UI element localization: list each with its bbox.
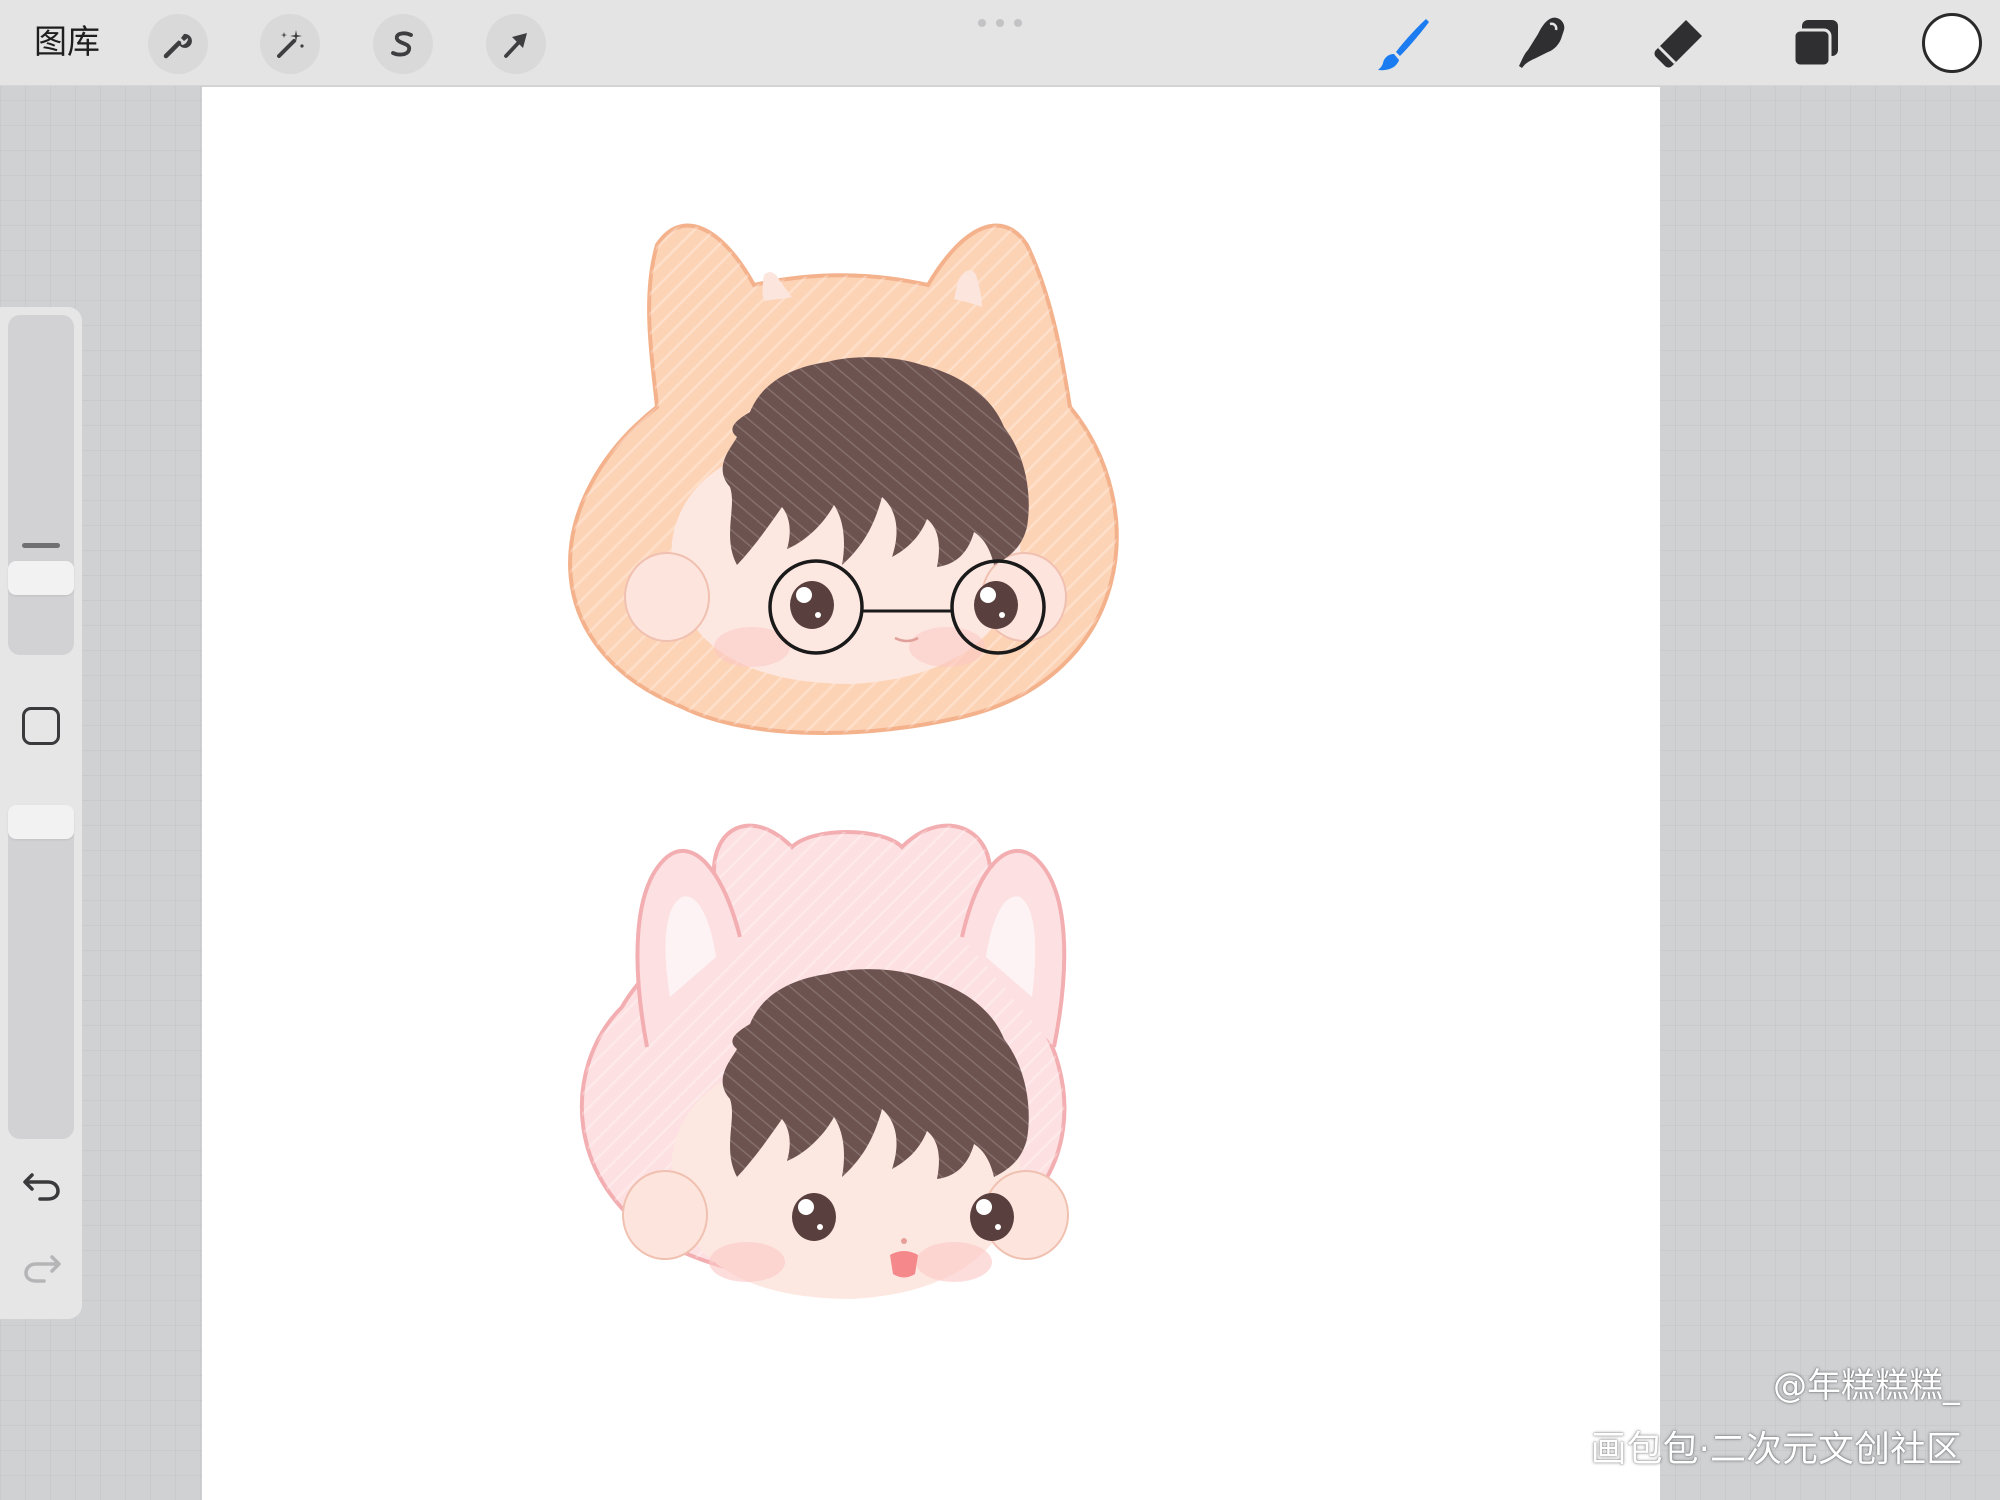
procreate-app: 图库 @年糕糕糕_ 画包包·二次元文创社区 <box>0 0 2000 1500</box>
watermark-site: 画包包·二次元文创社区 <box>1590 1429 1962 1470</box>
bunny-hood-character <box>579 823 1069 1299</box>
opacity-slider[interactable] <box>8 805 74 1139</box>
brush-button[interactable] <box>1372 12 1436 76</box>
cat-hood-character <box>568 223 1119 735</box>
opacity-thumb[interactable] <box>8 805 74 839</box>
watermark-user: @年糕糕糕_ <box>1773 1366 1960 1406</box>
drawing-canvas[interactable] <box>202 87 1660 1500</box>
undo-arrow-icon <box>23 1173 60 1201</box>
left-sidebar <box>0 307 82 1319</box>
brush-size-slider[interactable] <box>8 315 74 655</box>
layers-button[interactable] <box>1784 12 1848 76</box>
modify-button[interactable] <box>22 707 60 745</box>
gallery-button[interactable]: 图库 <box>34 20 100 64</box>
magic-wand-icon <box>277 30 304 58</box>
toolbar-grabber[interactable] <box>978 19 1022 27</box>
selection-s-icon <box>391 31 413 57</box>
wrench-icon <box>163 33 192 59</box>
brush-icon <box>1378 19 1429 71</box>
selection-button[interactable] <box>373 14 433 74</box>
color-picker-button[interactable] <box>1922 13 1982 73</box>
redo-arrow-icon <box>24 1255 61 1283</box>
brush-size-indicator <box>22 543 60 548</box>
actions-button[interactable] <box>148 14 208 74</box>
adjustments-button[interactable] <box>260 14 320 74</box>
layers-icon <box>1792 20 1838 68</box>
top-toolbar: 图库 <box>0 0 2000 86</box>
smudge-button[interactable] <box>1510 12 1574 76</box>
eraser-icon <box>1654 20 1702 68</box>
redo-button[interactable] <box>20 1247 64 1287</box>
brush-size-thumb[interactable] <box>8 561 74 595</box>
eraser-button[interactable] <box>1646 12 1710 76</box>
smudge-finger-icon <box>1519 17 1565 68</box>
arrow-cursor-icon <box>504 33 527 58</box>
undo-button[interactable] <box>20 1165 64 1205</box>
transform-button[interactable] <box>486 14 546 74</box>
canvas-artwork <box>568 223 1119 1299</box>
